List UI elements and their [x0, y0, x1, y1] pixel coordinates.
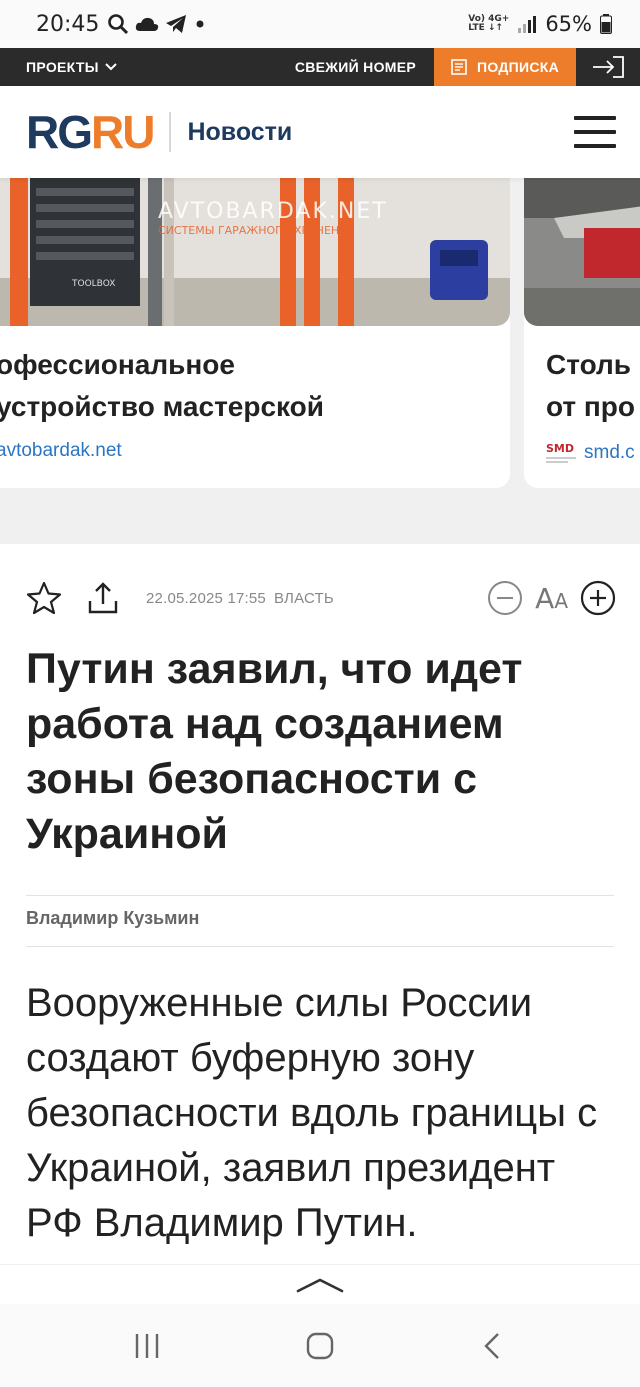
status-right: Vo) 4G+ LTE ↓↑ 65% [468, 12, 612, 36]
login-icon [593, 56, 624, 78]
ad-title-line: от про [546, 391, 636, 422]
article-lead: Вооруженные силы России создают буферную… [26, 981, 598, 1245]
search-icon [108, 14, 129, 35]
ad-title-line: устройство мастерской [0, 391, 325, 422]
ad-title-line: Столь [546, 349, 631, 380]
ad-watermark: AVTOBARDAK.NET [158, 199, 388, 224]
article-toolbar: 22.05.2025 17:55 ВЛАСТЬ AA [26, 576, 616, 620]
ad-image: TOOLBOX AVTOBARDAK.NET СИСТЕМЫ ГАРАЖНОГО… [0, 178, 510, 326]
star-icon[interactable] [26, 581, 62, 615]
ad-source-label: smd.c [584, 442, 635, 463]
battery-percent: 65% [545, 12, 592, 36]
divider [26, 895, 614, 896]
login-button[interactable] [576, 48, 640, 86]
status-bar: 20:45 Vo) 4G+ LTE ↓↑ 65% [0, 0, 640, 48]
logo-ru: RU [91, 106, 155, 158]
status-notification-icons [107, 13, 207, 35]
ad-card[interactable]: TOOLBOX AVTOBARDAK.NET СИСТЕМЫ ГАРАЖНОГО… [0, 178, 510, 488]
menu-button[interactable] [574, 116, 616, 148]
ad-watermark-sub: СИСТЕМЫ ГАРАЖНОГО ХРАНЕНИЯ [158, 224, 355, 237]
menu-line [574, 116, 616, 120]
system-nav-bar [0, 1304, 640, 1387]
dot-icon [196, 20, 204, 28]
projects-menu[interactable]: ПРОЕКТЫ [0, 59, 117, 75]
workshop-image: TOOLBOX AVTOBARDAK.NET СИСТЕМЫ ГАРАЖНОГО… [0, 178, 510, 326]
top-nav: ПРОЕКТЫ СВЕЖИЙ НОМЕР ПОДПИСКА [0, 48, 640, 86]
network-bottom: LTE ↓↑ [468, 23, 503, 33]
ad-title: офессиональное устройство мастерской [0, 326, 510, 428]
share-icon[interactable] [86, 581, 120, 615]
ad-source[interactable]: avtobardak.net [0, 440, 510, 462]
newspaper-icon [451, 59, 467, 75]
subscribe-label: ПОДПИСКА [476, 59, 560, 75]
recent-apps-icon[interactable] [132, 1331, 162, 1361]
battery-icon [600, 14, 612, 34]
cloud-icon [136, 17, 159, 31]
chevron-up-icon [296, 1278, 344, 1292]
menu-line [574, 144, 616, 148]
home-icon[interactable] [305, 1331, 335, 1361]
smd-logo: SMD [546, 442, 576, 463]
fresh-issue-link[interactable]: СВЕЖИЙ НОМЕР [295, 59, 434, 75]
signal-icon [518, 16, 537, 33]
divider [26, 946, 614, 947]
workshop-image [524, 178, 640, 326]
article-title: Путин заявил, что идет работа над создан… [26, 645, 523, 858]
rg-logo[interactable]: RG RU [26, 105, 155, 159]
telegram-icon [166, 15, 187, 33]
ad-title-line: офессиональное [0, 349, 235, 380]
font-increase-icon[interactable] [580, 580, 616, 616]
network-indicator: Vo) 4G+ LTE ↓↑ [468, 15, 509, 33]
section-title[interactable]: Новости [187, 118, 292, 147]
ad-title: Столь от про [546, 326, 640, 428]
article-author[interactable]: Владимир Кузьмин [26, 908, 199, 929]
collapse-handle[interactable] [0, 1264, 640, 1304]
font-decrease-icon[interactable] [487, 580, 523, 616]
article-datetime: 22.05.2025 17:55 [146, 589, 266, 607]
projects-label: ПРОЕКТЫ [26, 59, 99, 75]
font-size-label: AA [535, 581, 568, 615]
ad-source-label: avtobardak.net [0, 440, 122, 461]
ad-image [524, 178, 640, 326]
site-header: RG RU Новости [0, 86, 640, 178]
chevron-down-icon [104, 63, 117, 71]
logo-rg: RG [26, 106, 93, 158]
back-icon[interactable] [478, 1331, 508, 1361]
subscribe-button[interactable]: ПОДПИСКА [434, 48, 576, 86]
ad-source[interactable]: SMD smd.c [546, 440, 640, 466]
toolbox-brand: TOOLBOX [71, 279, 115, 289]
menu-line [574, 130, 616, 134]
header-divider [169, 112, 172, 152]
article-rubric[interactable]: ВЛАСТЬ [274, 590, 334, 607]
ad-carousel[interactable]: TOOLBOX AVTOBARDAK.NET СИСТЕМЫ ГАРАЖНОГО… [0, 178, 640, 544]
ad-card[interactable]: Столь от про SMD smd.c [524, 178, 640, 488]
svg-text:SMD: SMD [546, 442, 574, 455]
font-size-control: AA [487, 580, 616, 616]
status-time: 20:45 [36, 11, 100, 37]
